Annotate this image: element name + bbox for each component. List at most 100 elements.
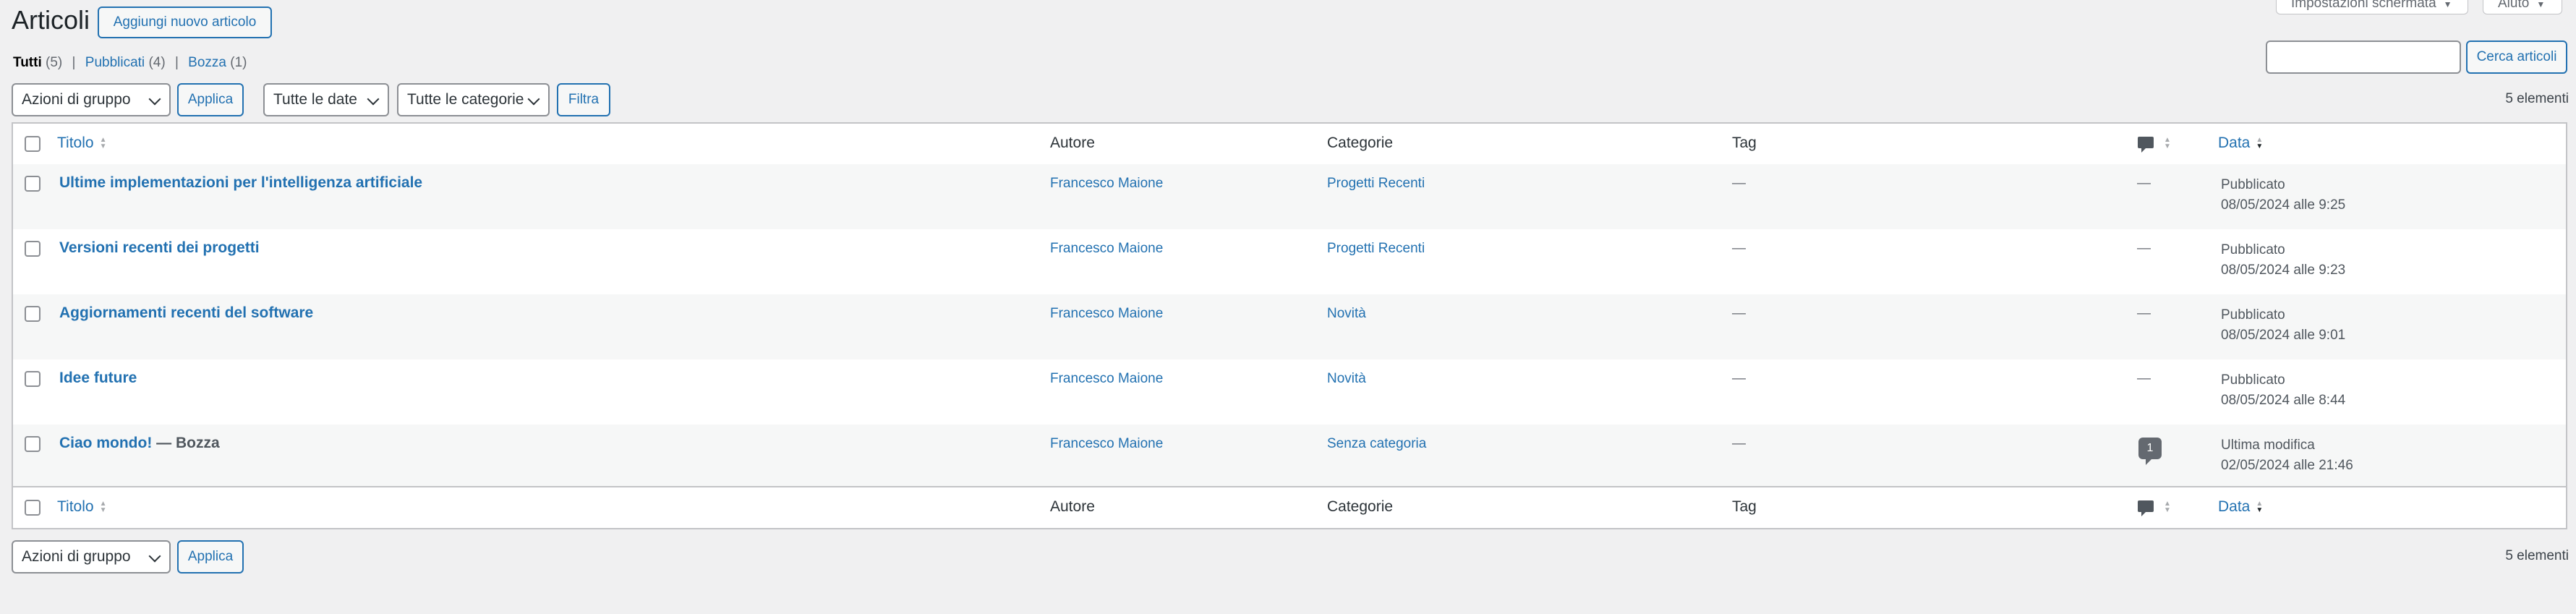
column-title-label: Titolo	[57, 135, 94, 151]
column-author-header: Autore	[1050, 135, 1095, 151]
view-all-link[interactable]: Tutti	[13, 55, 42, 70]
column-date-header[interactable]: Data ▲ ▼	[2218, 135, 2263, 152]
post-tags: —	[1732, 436, 1746, 451]
caret-down-icon: ▼	[2443, 0, 2452, 9]
sort-icon: ▲ ▼	[99, 500, 107, 515]
post-title-link[interactable]: Ultime implementazioni per l'intelligenz…	[59, 174, 422, 192]
row-checkbox[interactable]	[25, 241, 40, 257]
column-title-header[interactable]: Titolo ▲ ▼	[57, 498, 106, 516]
post-title-link[interactable]: Aggiornamenti recenti del software	[59, 304, 313, 322]
table-row: Versioni recenti dei progetti Francesco …	[13, 229, 2566, 294]
date-filter-value: Tutte le date	[273, 91, 357, 108]
post-date: 08/05/2024 alle 8:44	[2221, 393, 2346, 408]
sort-icon: ▲ ▼	[2164, 136, 2171, 150]
bulk-actions-select[interactable]: Azioni di gruppo	[12, 83, 171, 116]
filter-button[interactable]: Filtra	[557, 83, 610, 116]
post-date-cell: Pubblicato 08/05/2024 alle 9:01	[2221, 305, 2345, 346]
screen-options-tab[interactable]: Impostazioni schermata ▼	[2276, 0, 2468, 14]
table-row: Ciao mondo! — Bozza Francesco Maione Sen…	[13, 425, 2566, 490]
posts-table: Titolo ▲ ▼ Autore Categorie Tag ▲ ▼ Data ▲ ▼ …	[12, 122, 2567, 529]
post-title: Ciao mondo!	[59, 435, 153, 451]
table-row: Aggiornamenti recenti del software Franc…	[13, 294, 2566, 359]
search-input[interactable]	[2266, 40, 2461, 74]
post-status: Ultima modifica	[2221, 438, 2315, 453]
apply-button[interactable]: Applica	[177, 83, 244, 116]
table-header: Titolo ▲ ▼ Autore Categorie Tag ▲ ▼ Data ▲ ▼	[13, 124, 2566, 166]
page-title: Articoli	[12, 5, 90, 35]
post-status: Pubblicato	[2221, 242, 2285, 257]
view-draft-link[interactable]: Bozza	[188, 55, 226, 70]
chevron-down-icon	[527, 93, 540, 106]
view-published-count: (4)	[148, 55, 166, 70]
items-count-bottom: 5 elementi	[2505, 548, 2569, 563]
chevron-down-icon	[148, 93, 161, 106]
post-category-link[interactable]: Progetti Recenti	[1327, 241, 1425, 257]
post-tags: —	[1732, 241, 1746, 256]
row-checkbox[interactable]	[25, 306, 40, 322]
post-title: Aggiornamenti recenti del software	[59, 304, 314, 321]
view-published-link[interactable]: Pubblicati	[85, 55, 145, 70]
post-date-cell: Pubblicato 08/05/2024 alle 8:44	[2221, 370, 2345, 411]
row-checkbox[interactable]	[25, 176, 40, 192]
post-tags: —	[1732, 176, 1746, 191]
table-footer: Titolo ▲ ▼ Autore Categorie Tag ▲ ▼ Data ▲ ▼	[13, 486, 2566, 528]
post-tags: —	[1732, 371, 1746, 386]
post-author-link[interactable]: Francesco Maione	[1050, 436, 1163, 452]
post-status-views: Tutti (5) | Pubblicati (4) | Bozza (1)	[13, 55, 247, 71]
post-status: Pubblicato	[2221, 307, 2285, 323]
post-category-link[interactable]: Novità	[1327, 371, 1366, 387]
post-comments: —	[2137, 176, 2151, 191]
post-category-link[interactable]: Senza categoria	[1327, 436, 1426, 452]
view-separator: |	[174, 55, 179, 70]
view-draft-count: (1)	[230, 55, 247, 70]
post-date: 08/05/2024 alle 9:01	[2221, 328, 2346, 343]
post-tags: —	[1732, 306, 1746, 321]
post-comments: —	[2137, 241, 2151, 256]
select-all-checkbox[interactable]	[25, 136, 40, 152]
apply-button-bottom[interactable]: Applica	[177, 540, 244, 574]
view-separator: |	[72, 55, 76, 70]
post-title-link[interactable]: Idee future	[59, 370, 137, 387]
date-filter-select[interactable]: Tutte le date	[263, 83, 389, 116]
post-title-link[interactable]: Versioni recenti dei progetti	[59, 239, 260, 257]
search-posts-button[interactable]: Cerca articoli	[2466, 40, 2567, 74]
column-date-label: Data	[2218, 135, 2251, 151]
row-checkbox[interactable]	[25, 436, 40, 452]
sort-desc-icon: ▲ ▼	[2256, 136, 2264, 151]
post-title-link[interactable]: Ciao mondo! — Bozza	[59, 435, 220, 452]
sort-icon: ▲ ▼	[99, 136, 107, 151]
chevron-down-icon	[148, 550, 161, 563]
post-author-link[interactable]: Francesco Maione	[1050, 176, 1163, 192]
column-categories-header: Categorie	[1327, 498, 1394, 515]
comment-icon[interactable]	[2138, 137, 2154, 153]
table-row: Idee future Francesco Maione Novità — — …	[13, 359, 2566, 425]
post-category-link[interactable]: Progetti Recenti	[1327, 176, 1425, 192]
post-date-cell: Ultima modifica 02/05/2024 alle 21:46	[2221, 435, 2353, 476]
comment-count-bubble[interactable]: 1	[2138, 438, 2162, 465]
column-tags-header: Tag	[1732, 135, 1757, 151]
column-date-header[interactable]: Data ▲ ▼	[2218, 498, 2263, 516]
post-status: Pubblicato	[2221, 372, 2285, 388]
post-title: Idee future	[59, 370, 137, 386]
column-title-label: Titolo	[57, 498, 94, 515]
post-date-cell: Pubblicato 08/05/2024 alle 9:23	[2221, 240, 2345, 281]
column-title-header[interactable]: Titolo ▲ ▼	[57, 135, 106, 152]
post-category-link[interactable]: Novità	[1327, 306, 1366, 322]
category-filter-select[interactable]: Tutte le categorie	[397, 83, 550, 116]
post-title: Ultime implementazioni per l'intelligenz…	[59, 174, 423, 191]
post-author-link[interactable]: Francesco Maione	[1050, 371, 1163, 387]
comment-icon[interactable]	[2138, 500, 2154, 516]
add-new-post-button[interactable]: Aggiungi nuovo articolo	[98, 7, 272, 38]
column-categories-header: Categorie	[1327, 135, 1394, 151]
post-title: Versioni recenti dei progetti	[59, 239, 260, 256]
help-tab[interactable]: Aiuto ▼	[2483, 0, 2562, 14]
select-all-checkbox[interactable]	[25, 500, 40, 516]
post-author-link[interactable]: Francesco Maione	[1050, 241, 1163, 257]
bulk-actions-select-bottom[interactable]: Azioni di gruppo	[12, 540, 171, 574]
post-comments: —	[2137, 306, 2151, 321]
post-author-link[interactable]: Francesco Maione	[1050, 306, 1163, 322]
column-tags-header: Tag	[1732, 498, 1757, 515]
row-checkbox[interactable]	[25, 371, 40, 387]
sort-icon: ▲ ▼	[2164, 500, 2171, 514]
sort-desc-icon: ▲ ▼	[2256, 500, 2264, 515]
